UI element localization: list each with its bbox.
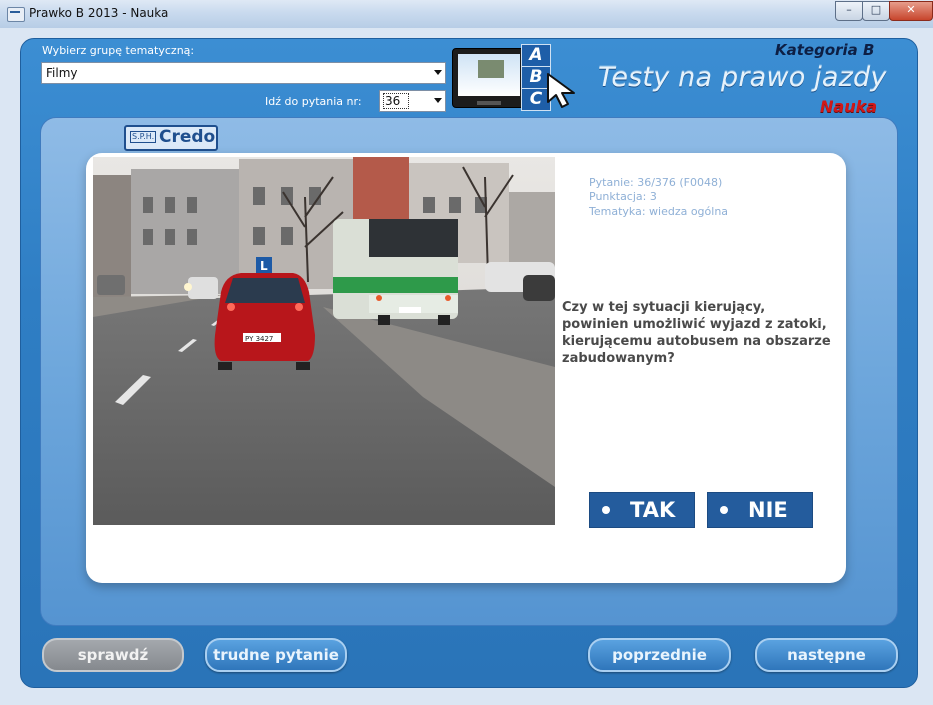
hard-question-button[interactable]: trudne pytanie — [205, 638, 347, 672]
goto-label: Idź do pytania nr: — [265, 95, 362, 108]
credo-logo: S.P.H. Credo — [124, 125, 218, 151]
maximize-button[interactable]: □ — [862, 1, 890, 21]
previous-button[interactable]: poprzednie — [588, 638, 731, 672]
question-photo: PY 3427 L — [93, 157, 555, 525]
app-brand-title: Testy na prawo jazdy — [598, 62, 887, 93]
group-select-value: Filmy — [46, 66, 78, 80]
logo-sph: S.P.H. — [130, 131, 157, 143]
group-select[interactable]: Filmy — [41, 62, 446, 84]
question-id: Pytanie: 36/376 (F0048) — [589, 176, 723, 189]
mode-label: Nauka — [820, 97, 878, 116]
logo-name: Credo — [159, 127, 216, 147]
street-scene-image: PY 3427 L — [93, 157, 555, 525]
check-button[interactable]: sprawdź — [42, 638, 184, 672]
group-label: Wybierz grupę tematyczną: — [42, 44, 195, 57]
window-titlebar[interactable]: Prawko B 2013 - Nauka – □ ✕ — [0, 0, 933, 29]
answer-yes-label: TAK — [630, 498, 676, 522]
bullet-icon — [720, 506, 728, 514]
chevron-down-icon[interactable] — [434, 70, 442, 75]
svg-text:L: L — [260, 259, 268, 273]
chevron-down-icon[interactable] — [434, 98, 442, 103]
next-button[interactable]: następne — [755, 638, 898, 672]
bullet-icon — [602, 506, 610, 514]
question-topic: Tematyka: wiedza ogólna — [589, 205, 729, 218]
window-title: Prawko B 2013 - Nauka — [29, 6, 169, 20]
car-plate: PY 3427 — [245, 335, 273, 343]
app-icon — [7, 7, 25, 22]
monitor-icon — [452, 48, 526, 108]
question-number-select[interactable]: 36 — [379, 90, 446, 112]
close-button[interactable]: ✕ — [889, 1, 933, 21]
answer-no-button[interactable]: NIE — [707, 492, 813, 528]
tab-a[interactable]: A — [521, 44, 551, 67]
question-points: Punktacja: 3 — [589, 190, 657, 203]
minimize-button[interactable]: – — [835, 1, 863, 21]
question-number-value: 36 — [383, 93, 410, 109]
answer-yes-button[interactable]: TAK — [589, 492, 695, 528]
category-label: Kategoria B — [775, 41, 875, 59]
pointer-cursor-icon — [547, 73, 575, 108]
question-text: Czy w tej sytuacji kierujący, powinien u… — [562, 300, 831, 366]
answer-no-label: NIE — [748, 498, 788, 522]
